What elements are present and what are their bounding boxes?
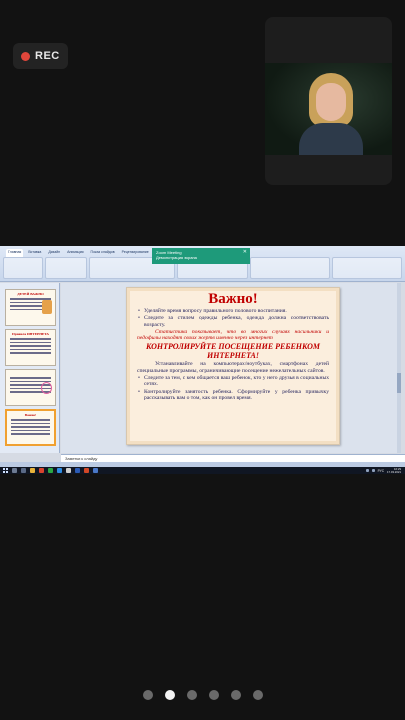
app-icon[interactable] bbox=[66, 468, 71, 473]
thumbnail-image bbox=[42, 300, 52, 314]
participant-body bbox=[299, 123, 363, 155]
thumbnail-title: Важно! bbox=[24, 413, 37, 417]
slide-title: Важно! bbox=[208, 291, 258, 307]
page-dot-active[interactable] bbox=[164, 690, 175, 700]
page-dot[interactable] bbox=[252, 690, 263, 700]
slide-thumbnail-1[interactable]: ДЕТЕЙ ВАЖНО bbox=[5, 289, 56, 326]
thumbnail-title: ДЕТЕЙ ВАЖНО bbox=[17, 292, 44, 296]
page-indicator bbox=[0, 690, 405, 700]
task-view-icon[interactable] bbox=[21, 468, 26, 473]
slide-thumbnail-2[interactable]: Правила ИНТЕРНЕТА bbox=[5, 329, 56, 366]
close-icon[interactable]: ✕ bbox=[243, 250, 247, 255]
network-icon[interactable] bbox=[365, 469, 369, 472]
windows-start-icon[interactable] bbox=[3, 468, 8, 473]
slide-thumbnail-3[interactable] bbox=[5, 369, 56, 406]
recording-label: REC bbox=[35, 50, 60, 62]
participant-video-tile[interactable] bbox=[265, 17, 392, 185]
ribbon-tab-home[interactable]: Главная bbox=[6, 249, 24, 257]
windows-taskbar: РУС 16:29 17.03.2021 bbox=[0, 467, 405, 474]
language-indicator[interactable]: РУС bbox=[378, 469, 384, 473]
file-explorer-icon[interactable] bbox=[30, 468, 35, 473]
app-icon[interactable] bbox=[93, 468, 98, 473]
system-tray: РУС 16:29 17.03.2021 bbox=[365, 467, 401, 474]
thumbnail-drawing bbox=[41, 382, 52, 394]
slide-editing-area[interactable]: Важно! Уделяйте время вопросу правильног… bbox=[61, 283, 401, 453]
ribbon-group-slides[interactable] bbox=[44, 257, 87, 279]
slides-thumbnail-pane: ДЕТЕЙ ВАЖНО Правила ИНТЕРНЕТА Важно! bbox=[0, 283, 60, 453]
slide-bullet: Контролируйте занятость ребенка. Сформир… bbox=[137, 389, 329, 402]
chrome-icon[interactable] bbox=[39, 468, 44, 473]
notification-line2: Демонстрация экрана bbox=[156, 255, 197, 260]
slide-bullet: Следите за тем, с кем общается ваш ребен… bbox=[137, 375, 329, 388]
participant-face bbox=[316, 83, 346, 121]
page-dot[interactable] bbox=[208, 690, 219, 700]
recording-indicator: REC bbox=[13, 43, 68, 69]
slide-bullet: Следите за стилем одежды ребенка, одежда… bbox=[137, 315, 329, 328]
ribbon-group-clipboard[interactable] bbox=[3, 257, 43, 279]
ribbon-tab-animation[interactable]: Анимация bbox=[65, 249, 85, 257]
ribbon-tab-review[interactable]: Рецензирование bbox=[120, 249, 151, 257]
whatsapp-icon[interactable] bbox=[48, 468, 53, 473]
volume-icon[interactable] bbox=[371, 469, 375, 472]
ribbon-tab-slideshow[interactable]: Показ слайдов bbox=[89, 249, 117, 257]
share-notification[interactable]: Zoom Meeting Демонстрация экрана ✕ bbox=[152, 248, 250, 264]
shared-screen[interactable]: Главная Вставка Дизайн Анимация Показ сл… bbox=[0, 246, 405, 474]
thumbnail-title: Правила ИНТЕРНЕТА bbox=[12, 332, 49, 336]
vertical-scrollbar[interactable] bbox=[397, 283, 401, 453]
slide-italic-note: Статистика показывает, что во многих слу… bbox=[137, 328, 329, 342]
slide-bullet: Уделяйте время вопросу правильного полов… bbox=[137, 308, 329, 315]
page-dot[interactable] bbox=[230, 690, 241, 700]
clock-date: 17.03.2021 bbox=[387, 469, 401, 474]
ribbon-group-drawing[interactable] bbox=[250, 257, 331, 279]
page-dot[interactable] bbox=[186, 690, 197, 700]
notes-field[interactable]: Заметки к слайду bbox=[61, 454, 405, 462]
scrollbar-thumb[interactable] bbox=[397, 373, 401, 393]
slide-heading: КОНТРОЛИРУЙТЕ ПОСЕЩЕНИЕ РЕБЕНКОМ ИНТЕРНЕ… bbox=[146, 342, 320, 360]
taskbar-clock[interactable]: 16:29 17.03.2021 bbox=[387, 467, 401, 474]
current-slide[interactable]: Важно! Уделяйте время вопросу правильног… bbox=[126, 287, 340, 445]
mobile-meeting-view: REC Главная Вставка Дизайн Анимация Пока… bbox=[0, 0, 405, 720]
word-icon[interactable] bbox=[75, 468, 80, 473]
slide-thumbnail-4-selected[interactable]: Важно! bbox=[5, 409, 56, 446]
ribbon-tab-design[interactable]: Дизайн bbox=[46, 249, 62, 257]
ribbon-group-editing[interactable] bbox=[332, 257, 402, 279]
thumbnail-title bbox=[6, 370, 55, 372]
page-dot[interactable] bbox=[142, 690, 153, 700]
search-icon[interactable] bbox=[12, 468, 17, 473]
powerpoint-ribbon: Главная Вставка Дизайн Анимация Показ сл… bbox=[0, 246, 405, 282]
participant-camera-feed bbox=[265, 63, 392, 155]
ribbon-tab-insert[interactable]: Вставка bbox=[26, 249, 43, 257]
slide-paragraph: Устанавливайте на компьютерах/ноутбуках,… bbox=[137, 361, 329, 374]
powerpoint-icon[interactable] bbox=[84, 468, 89, 473]
zoom-icon[interactable] bbox=[57, 468, 62, 473]
record-dot-icon bbox=[21, 51, 30, 61]
